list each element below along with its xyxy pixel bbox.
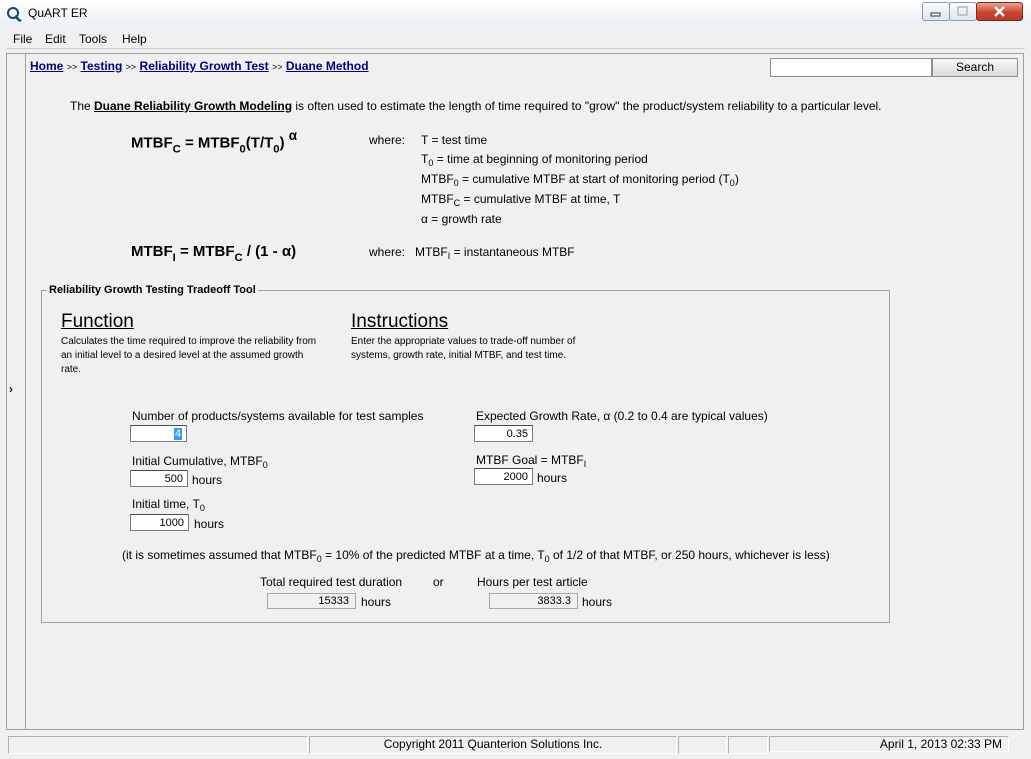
definition-mtbfi: where: MTBFI = instantaneous MTBF [369,245,575,261]
hours-unit: hours [537,471,568,485]
initial-time-input[interactable]: 1000 [130,514,189,531]
initial-mtbf-input[interactable]: 500 [130,470,188,487]
status-cell [678,736,727,754]
duane-link[interactable]: Duane Reliability Growth Modeling [94,99,292,113]
expand-panel-icon[interactable]: › [9,382,13,396]
search-input[interactable] [770,58,932,77]
maximize-button[interactable] [949,2,977,21]
breadcrumb-duane-method[interactable]: Duane Method [286,59,369,73]
breadcrumb-separator: >> [125,62,137,72]
title-bar [0,0,1031,28]
instructions-heading: Instructions [351,311,449,332]
or-label: or [433,575,444,589]
minimize-button[interactable] [922,2,950,21]
definition-mtbfc: MTBFC = cumulative MTBF at time, T [421,192,621,208]
tradeoff-tool-legend: Reliability Growth Testing Tradeoff Tool [47,284,258,296]
minimize-icon [930,12,941,17]
hours-unit: hours [361,595,392,609]
mtbf-goal-input[interactable]: 2000 [474,468,533,485]
menu-bar [6,29,1025,49]
growth-rate-label: Expected Growth Rate, α (0.2 to 0.4 are … [476,409,768,423]
num-systems-label: Number of products/systems available for… [132,409,424,423]
per-article-label: Hours per test article [477,575,588,589]
hours-unit: hours [194,517,225,531]
where-label: where: [369,133,406,147]
status-cell [728,736,768,754]
definition-mtbf0: MTBF0 = cumulative MTBF at start of moni… [421,172,739,188]
instructions-text: Enter the appropriate values to trade-of… [351,336,576,361]
definition-test-time: T = test time [421,133,488,147]
growth-rate-input[interactable]: 0.35 [474,425,533,442]
definition-t0: T0 = time at beginning of monitoring per… [421,152,648,168]
status-cell [8,736,308,754]
formula-cumulative-mtbf: MTBFC = MTBF0(T/T0) α [131,128,298,156]
definition-growth-rate: α = growth rate [421,212,502,226]
mtbf-goal-label: MTBF Goal = MTBFI [476,453,587,469]
menu-file[interactable]: File [13,32,32,46]
search-button[interactable]: Search [932,58,1018,77]
hours-unit: hours [192,473,223,487]
menu-edit[interactable]: Edit [45,32,66,46]
menu-help[interactable]: Help [122,32,147,46]
app-icon [6,6,22,22]
status-datetime: April 1, 2013 02:33 PM [769,736,1009,752]
assumption-note: (it is sometimes assumed that MTBF0 = 10… [122,548,830,564]
breadcrumb-reliability-growth-test[interactable]: Reliability Growth Test [140,59,269,73]
total-duration-output: 15333 [267,593,356,609]
breadcrumb: Home >> Testing >> Reliability Growth Te… [30,59,369,73]
initial-time-label: Initial time, T0 [132,497,205,513]
maximize-icon [957,6,968,16]
close-button[interactable] [976,2,1023,21]
breadcrumb-separator: >> [66,62,78,72]
breadcrumb-separator: >> [272,62,283,72]
menu-tools[interactable]: Tools [79,32,107,46]
hours-unit: hours [582,595,613,609]
window-title: QuART ER [28,6,88,20]
num-systems-input[interactable]: 4 [130,425,187,442]
initial-mtbf-label: Initial Cumulative, MTBF0 [132,454,268,470]
breadcrumb-testing[interactable]: Testing [81,59,123,73]
status-copyright: Copyright 2011 Quanterion Solutions Inc. [309,736,677,754]
intro-text: The Duane Reliability Growth Modeling is… [70,99,882,113]
formula-instantaneous-mtbf: MTBFI = MTBFC / (1 - α) [131,243,297,265]
function-heading: Function [61,311,134,332]
total-duration-label: Total required test duration [260,575,403,589]
function-text: Calculates the time required to improve … [61,336,317,375]
breadcrumb-home[interactable]: Home [30,59,63,73]
close-icon [994,6,1005,17]
per-article-output: 3833.3 [489,593,578,609]
